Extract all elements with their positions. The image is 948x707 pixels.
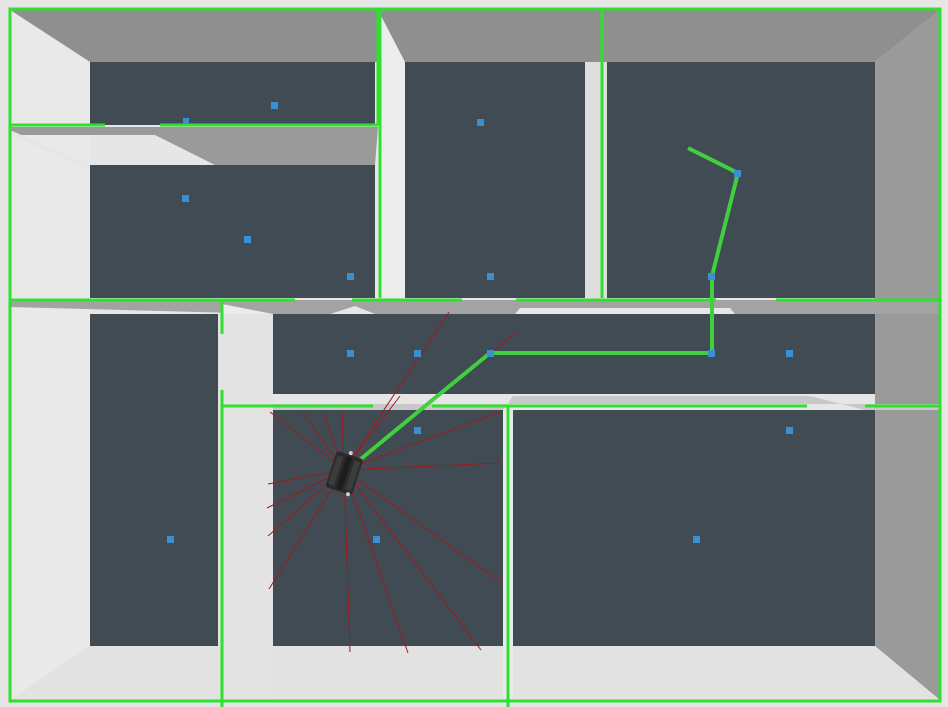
simulation-viewport — [0, 0, 948, 707]
waypoint-marker — [786, 350, 793, 357]
waypoint-marker — [708, 350, 715, 357]
wall-left-lower — [218, 314, 273, 700]
waypoint-marker — [167, 536, 174, 543]
waypoint-marker — [487, 273, 494, 280]
waypoint-marker — [477, 119, 484, 126]
floor-room-bottom-right — [513, 410, 875, 646]
waypoint-marker — [693, 536, 700, 543]
waypoint-marker — [347, 273, 354, 280]
waypoint-marker — [347, 350, 354, 357]
wall-bottom — [10, 646, 940, 700]
floor-room-top-left-lower — [90, 165, 375, 298]
waypoint-marker — [183, 118, 189, 124]
waypoint-marker — [182, 195, 189, 202]
waypoint-marker — [786, 427, 793, 434]
waypoint-marker — [708, 273, 715, 280]
waypoint-marker — [487, 350, 494, 357]
waypoint-marker — [734, 170, 741, 177]
floor-room-top-right — [607, 62, 875, 298]
waypoint-marker — [414, 350, 421, 357]
waypoint-marker — [244, 236, 251, 243]
floor-room-top-left-upper — [90, 62, 375, 125]
waypoint-marker — [373, 536, 380, 543]
map-canvas — [0, 0, 948, 707]
waypoint-marker — [271, 102, 278, 109]
wall-right — [875, 10, 940, 700]
floor-room-left — [90, 314, 218, 646]
wall-top — [10, 10, 940, 62]
wall-vertical-middle-right — [585, 62, 607, 298]
floor-room-top-middle — [405, 62, 585, 298]
wall-left — [10, 10, 90, 700]
waypoint-marker — [414, 427, 421, 434]
